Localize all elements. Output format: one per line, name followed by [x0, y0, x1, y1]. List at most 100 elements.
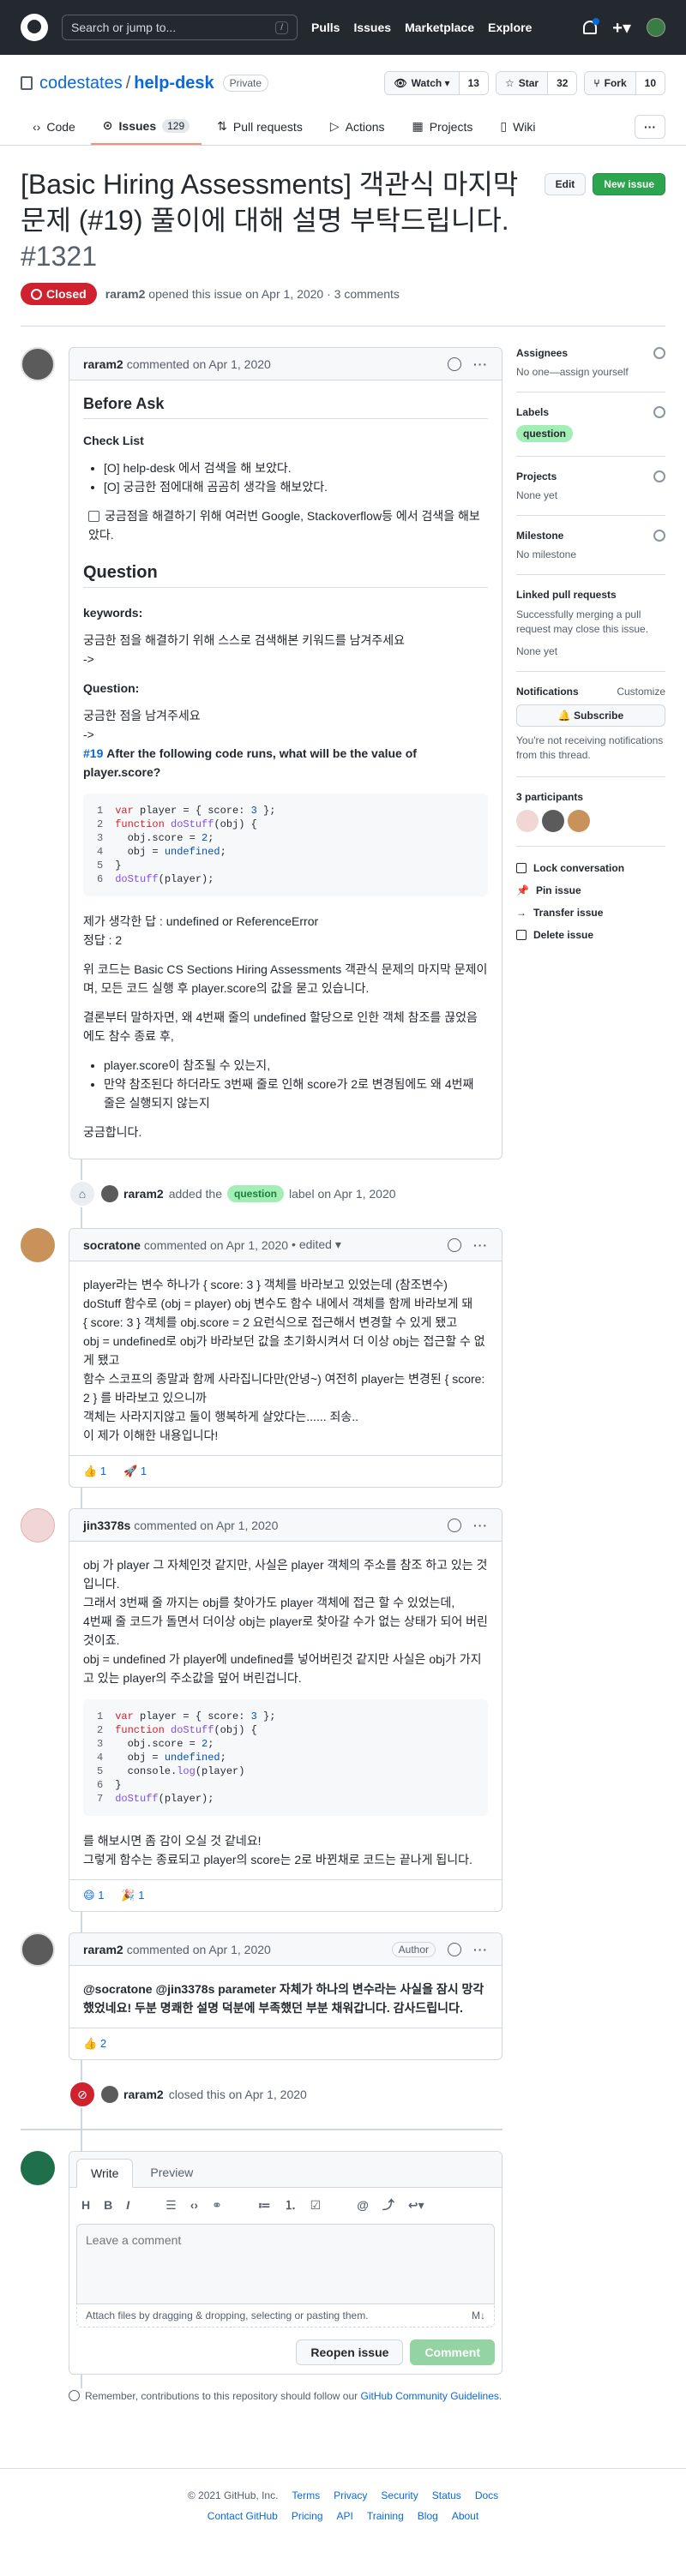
reaction-hooray[interactable]: 🎉 1	[121, 1889, 144, 1902]
gear-icon[interactable]	[653, 347, 665, 359]
saved-reply-icon[interactable]: ↩▾	[408, 2198, 424, 2213]
more-tabs-button[interactable]: ···	[635, 115, 665, 139]
repo-owner-link[interactable]: codestates	[39, 74, 123, 93]
comment-author[interactable]: raram2	[83, 1943, 123, 1956]
gear-icon[interactable]	[653, 406, 665, 418]
github-logo-icon[interactable]	[21, 14, 48, 41]
footer-link[interactable]: Docs	[475, 2489, 498, 2501]
comment-menu-icon[interactable]: ···	[473, 1238, 488, 1252]
user-avatar[interactable]	[647, 18, 665, 37]
write-tab[interactable]: Write	[76, 2159, 134, 2188]
comment-meta[interactable]: commented on Apr 1, 2020	[127, 357, 271, 371]
avatar[interactable]	[21, 1932, 55, 1967]
gear-icon[interactable]	[653, 530, 665, 542]
comment-meta[interactable]: commented on Apr 1, 2020	[144, 1238, 288, 1252]
bold-icon[interactable]: B	[104, 2198, 112, 2212]
footer-link[interactable]: About	[452, 2510, 478, 2522]
reaction-laugh[interactable]: 😄 1	[83, 1889, 104, 1902]
reaction-thumbs-up[interactable]: 👍 2	[83, 2037, 106, 2051]
tab-pull-requests[interactable]: ⇅ Pull requests	[205, 110, 315, 145]
label-badge[interactable]: question	[227, 1185, 284, 1202]
edited-menu[interactable]: • edited ▾	[292, 1237, 341, 1252]
comment-menu-icon[interactable]: ···	[473, 1519, 488, 1532]
link-icon[interactable]: ⚭	[212, 2198, 222, 2213]
avatar[interactable]	[101, 1185, 118, 1202]
avatar[interactable]	[21, 2151, 55, 2185]
add-reaction-icon[interactable]	[448, 1942, 461, 1956]
nav-marketplace[interactable]: Marketplace	[405, 21, 474, 34]
tab-projects[interactable]: ▦ Projects	[400, 110, 485, 145]
cross-reference-icon[interactable]: ⤴	[382, 2196, 394, 2214]
event-actor[interactable]: raram2	[123, 2088, 164, 2101]
quote-icon[interactable]: ☰	[165, 2198, 177, 2213]
avatar[interactable]	[21, 1228, 55, 1262]
comment-menu-icon[interactable]: ···	[473, 1943, 488, 1956]
delete-issue-button[interactable]: Delete issue	[516, 924, 665, 946]
reopen-issue-button[interactable]: Reopen issue	[296, 2339, 404, 2365]
task-checkbox[interactable]	[88, 511, 99, 522]
code-icon[interactable]: ‹›	[190, 2198, 198, 2212]
footer-link[interactable]: Security	[381, 2489, 418, 2501]
gear-icon[interactable]	[653, 470, 665, 482]
footer-link[interactable]: Contact GitHub	[208, 2510, 278, 2522]
assign-yourself-link[interactable]: No one—assign yourself	[516, 366, 629, 378]
footer-link[interactable]: Privacy	[334, 2489, 367, 2501]
pin-issue-button[interactable]: 📌 Pin issue	[516, 879, 665, 902]
footer-link[interactable]: Training	[367, 2510, 404, 2522]
footer-link[interactable]: Blog	[418, 2510, 438, 2522]
transfer-issue-button[interactable]: → Transfer issue	[516, 902, 665, 924]
comment-author[interactable]: socratone	[83, 1238, 141, 1252]
footer-link[interactable]: Terms	[292, 2489, 320, 2501]
edit-title-button[interactable]: Edit	[544, 173, 587, 195]
tab-issues[interactable]: ⊙ Issues 129	[90, 110, 202, 145]
mention-icon[interactable]: @	[357, 2198, 369, 2212]
customize-link[interactable]: Customize	[617, 686, 665, 698]
subscribe-button[interactable]: 🔔 Subscribe	[516, 704, 665, 727]
reaction-rocket[interactable]: 🚀 1	[123, 1465, 147, 1478]
tab-actions[interactable]: ▷ Actions	[318, 110, 397, 145]
new-issue-button[interactable]: New issue	[593, 173, 665, 195]
comment-menu-icon[interactable]: ···	[473, 357, 488, 371]
star-button[interactable]: ☆ Star	[496, 72, 549, 94]
nav-pulls[interactable]: Pulls	[311, 21, 340, 34]
create-new-menu[interactable]: +▾	[612, 17, 631, 39]
issue-reference-link[interactable]: #19	[83, 746, 103, 760]
add-reaction-icon[interactable]	[448, 356, 461, 371]
preview-tab[interactable]: Preview	[136, 2159, 207, 2187]
fork-count[interactable]: 10	[635, 72, 665, 94]
comment-meta[interactable]: commented on Apr 1, 2020	[127, 1943, 271, 1956]
avatar[interactable]	[21, 1508, 55, 1543]
footer-link[interactable]: API	[337, 2510, 353, 2522]
search-input[interactable]: Search or jump to... /	[62, 15, 298, 40]
comment-author[interactable]: jin3378s	[83, 1519, 130, 1532]
participant-avatar[interactable]	[516, 810, 539, 832]
comment-submit-button[interactable]: Comment	[410, 2339, 495, 2365]
bulleted-list-icon[interactable]: ≔	[258, 2198, 271, 2213]
nav-issues[interactable]: Issues	[353, 21, 391, 34]
event-actor[interactable]: raram2	[123, 1187, 164, 1201]
avatar[interactable]	[101, 2086, 118, 2103]
comment-author[interactable]: raram2	[83, 357, 123, 371]
avatar[interactable]	[21, 347, 55, 381]
community-guidelines-link[interactable]: GitHub Community Guidelines	[361, 2390, 499, 2402]
repo-name-link[interactable]: help-desk	[134, 74, 214, 93]
fork-button[interactable]: ⑂ Fork	[585, 72, 636, 94]
lock-conversation-button[interactable]: Lock conversation	[516, 857, 665, 879]
label-badge[interactable]: question	[516, 425, 573, 442]
heading-icon[interactable]: H	[81, 2198, 90, 2212]
participant-avatar[interactable]	[568, 810, 590, 832]
footer-link[interactable]: Pricing	[292, 2510, 323, 2522]
add-reaction-icon[interactable]	[448, 1518, 461, 1532]
comment-textarea[interactable]	[76, 2224, 495, 2304]
tab-wiki[interactable]: ▯ Wiki	[488, 110, 547, 145]
watch-count[interactable]: 13	[459, 72, 488, 94]
italic-icon[interactable]: I	[126, 2198, 129, 2212]
reaction-thumbs-up[interactable]: 👍 1	[83, 1465, 106, 1478]
participant-avatar[interactable]	[542, 810, 564, 832]
file-attachment-area[interactable]: Attach files by dragging & dropping, sel…	[76, 2304, 495, 2327]
issue-author-link[interactable]: raram2	[105, 287, 146, 301]
footer-link[interactable]: Status	[432, 2489, 461, 2501]
watch-button[interactable]: 👁 Watch ▾	[385, 72, 460, 94]
task-list-icon[interactable]: ☑	[310, 2198, 322, 2213]
add-reaction-icon[interactable]	[448, 1237, 461, 1252]
